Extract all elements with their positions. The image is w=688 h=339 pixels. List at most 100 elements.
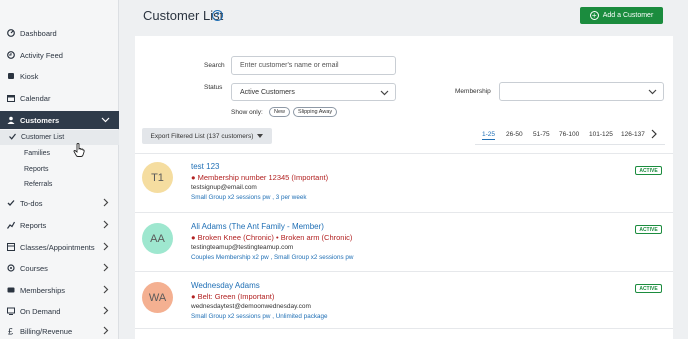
sub-reports[interactable]: Reports <box>0 162 119 177</box>
search-input[interactable]: Enter customer's name or email <box>231 56 396 75</box>
chevron-right-icon <box>101 220 110 231</box>
customer-list-panel: Search Enter customer's name or email St… <box>135 36 673 339</box>
filter-pill-slipping-away[interactable]: Slipping Away <box>293 107 338 117</box>
sub-label: Reports <box>24 166 49 173</box>
on-demand-icon <box>7 307 15 315</box>
filter-pill-new[interactable]: New <box>269 107 291 117</box>
search-label: Search <box>204 62 225 69</box>
customer-name-link[interactable]: test 123 <box>191 162 219 171</box>
courses-icon <box>7 264 15 272</box>
search-placeholder: Enter customer's name or email <box>240 62 339 69</box>
customer-memberships[interactable]: Small Group x2 sessions pw , Unlimited p… <box>191 313 328 320</box>
sub-label: Customer List <box>21 134 65 141</box>
customer-name-link[interactable]: Wednesday Adams <box>191 281 260 290</box>
nav-label: On Demand <box>20 306 61 316</box>
nav-label: Billing/Revenue <box>20 326 73 336</box>
alert-text: Membership number 12345 (Important) <box>197 173 329 182</box>
avatar[interactable]: WA <box>142 282 173 313</box>
nav-courses[interactable]: Courses <box>0 259 119 277</box>
chevron-right-icon <box>101 285 110 296</box>
page-link[interactable]: 126-137 <box>621 131 645 138</box>
membership-select[interactable] <box>499 82 664 101</box>
alert-text: Broken Knee (Chronic) • Broken arm (Chro… <box>197 233 353 242</box>
avatar[interactable]: AA <box>142 223 173 254</box>
page-link[interactable]: 51-75 <box>533 131 550 138</box>
nav-label: Customers <box>20 115 60 125</box>
row-divider <box>135 153 673 154</box>
customer-alert: ● Broken Knee (Chronic) • Broken arm (Ch… <box>191 233 353 242</box>
nav-label: Classes/Appointments <box>20 242 95 252</box>
status-badge: ACTIVE <box>635 166 662 175</box>
next-page-icon[interactable] <box>650 129 658 141</box>
avatar[interactable]: T1 <box>142 162 173 193</box>
todo-icon <box>7 199 15 207</box>
nav-label: Activity Feed <box>20 50 63 60</box>
chevron-right-icon <box>101 198 110 209</box>
add-customer-button[interactable]: + Add a Customer <box>580 7 663 24</box>
customers-icon <box>7 116 15 124</box>
sub-label: Families <box>24 150 51 157</box>
nav-billing[interactable]: £ Billing/Revenue <box>0 322 119 339</box>
svg-text:£: £ <box>8 327 13 335</box>
billing-icon: £ <box>7 327 15 337</box>
customer-email: testingteamup@testingteamup.com <box>191 244 294 251</box>
sub-customer-list[interactable]: Customer List <box>0 130 119 145</box>
nav-calendar[interactable]: Calendar <box>0 89 119 107</box>
nav-todos[interactable]: To-dos <box>0 194 119 212</box>
kiosk-icon <box>7 72 15 80</box>
sub-families[interactable]: Families <box>0 146 119 161</box>
nav-label: To-dos <box>20 198 43 208</box>
show-only-label: Show only: <box>231 109 263 116</box>
row-divider <box>135 271 673 272</box>
status-value: Active Customers <box>240 88 295 96</box>
chevron-down-icon <box>648 87 657 98</box>
nav-activity-feed[interactable]: Activity Feed <box>0 46 119 64</box>
nav-label: Dashboard <box>20 28 57 38</box>
help-icon[interactable]: ? <box>212 10 223 21</box>
sub-label: Referrals <box>24 181 53 188</box>
customer-name-link[interactable]: Ali Adams (The Ant Family - Member) <box>191 222 324 231</box>
chevron-right-icon <box>101 306 110 317</box>
chevron-right-icon <box>101 242 110 253</box>
nav-on-demand[interactable]: On Demand <box>0 302 119 320</box>
row-divider <box>135 328 673 329</box>
chevron-right-icon <box>101 263 110 274</box>
reports-icon <box>7 221 16 229</box>
page-link[interactable]: 101-125 <box>589 131 613 138</box>
family-link[interactable]: (The Ant Family - Member) <box>229 222 324 231</box>
customer-email: wednesdaytest@demoonwednesday.com <box>191 303 311 310</box>
page-link[interactable]: 26-50 <box>506 131 523 138</box>
page-link[interactable]: 76-100 <box>559 131 579 138</box>
export-label: Export Filtered List (137 customers) <box>150 132 254 140</box>
chevron-right-icon <box>101 326 110 337</box>
dashboard-icon <box>7 29 15 37</box>
nav-classes[interactable]: Classes/Appointments <box>0 238 119 256</box>
status-badge: ACTIVE <box>635 284 662 293</box>
chevron-down-icon <box>380 88 389 99</box>
nav-kiosk[interactable]: Kiosk <box>0 67 119 85</box>
nav-label: Reports <box>20 220 47 230</box>
activity-icon <box>7 51 15 59</box>
nav-memberships[interactable]: Memberships <box>0 281 119 299</box>
customer-email: testsignup@email.com <box>191 184 257 191</box>
export-filtered-list-button[interactable]: Export Filtered List (137 customers) <box>142 128 272 144</box>
customer-memberships[interactable]: Small Group x2 sessions pw , 3 per week <box>191 194 307 201</box>
nav-label: Kiosk <box>20 71 39 81</box>
customer-name: Wednesday Adams <box>191 281 260 290</box>
check-icon <box>9 133 16 142</box>
sidebar: Dashboard Activity Feed Kiosk Calendar C… <box>0 0 119 339</box>
nav-dashboard[interactable]: Dashboard <box>0 24 119 42</box>
nav-customers[interactable]: Customers <box>0 111 119 129</box>
classes-icon <box>7 243 15 251</box>
hand-cursor-icon <box>73 143 85 159</box>
customer-name: Ali Adams <box>191 222 227 231</box>
add-customer-label: Add a Customer <box>602 12 654 19</box>
sub-referrals[interactable]: Referrals <box>0 177 119 192</box>
nav-label: Memberships <box>20 285 66 295</box>
page-link[interactable]: 1-25 <box>482 131 496 140</box>
nav-reports[interactable]: Reports <box>0 216 119 234</box>
pager-divider <box>475 144 665 145</box>
customer-memberships[interactable]: Couples Membership x2 pw , Small Group x… <box>191 254 353 261</box>
status-select[interactable]: Active Customers <box>231 83 396 101</box>
memberships-icon <box>7 286 15 294</box>
